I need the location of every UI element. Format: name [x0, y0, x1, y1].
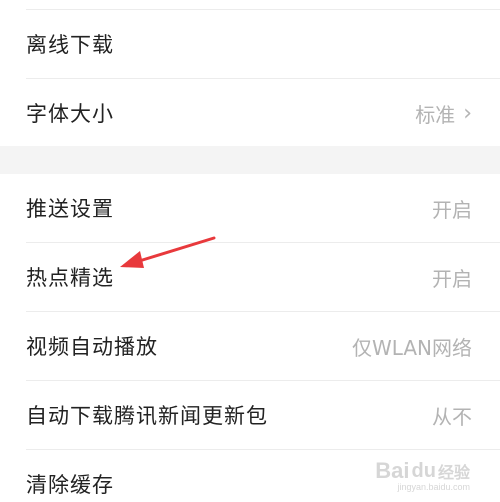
setting-value: 开启 [432, 197, 472, 222]
watermark-text: Bai [375, 458, 410, 483]
setting-row-offline-download[interactable]: 离线下载 [0, 10, 500, 78]
setting-label: 清除缓存 [26, 473, 114, 497]
font-size-value: 标准 [415, 102, 456, 127]
setting-label: 自动下载腾讯新闻更新包 [26, 404, 268, 428]
setting-label: 离线下载 [26, 33, 114, 57]
setting-row-push[interactable]: 推送设置 开启 [0, 174, 500, 242]
settings-screen: 离线下载 字体大小 标准 › 推送设置 开启 热点精选 开启 视频自动播放 仅W… [0, 0, 500, 502]
setting-row-auto-download-update[interactable]: 自动下载腾讯新闻更新包 从不 [0, 381, 500, 449]
setting-value: 开启 [432, 266, 472, 291]
setting-row-video-autoplay[interactable]: 视频自动播放 仅WLAN网络 [0, 312, 500, 380]
setting-row-hot-picks[interactable]: 热点精选 开启 [0, 243, 500, 311]
setting-value: 从不 [432, 404, 472, 429]
setting-value: 标准 › [415, 99, 472, 128]
chevron-right-icon: › [463, 100, 472, 126]
watermark: Bai du 经验 jingyan.baidu.com [375, 458, 470, 492]
watermark-url: jingyan.baidu.com [397, 482, 470, 492]
setting-label: 热点精选 [26, 266, 114, 290]
setting-label: 视频自动播放 [26, 335, 158, 359]
setting-label: 推送设置 [26, 197, 114, 221]
section-gap [0, 146, 500, 174]
setting-value: 仅WLAN网络 [351, 335, 472, 360]
watermark-paw: du [411, 459, 436, 482]
setting-row-font-size[interactable]: 字体大小 标准 › [0, 79, 500, 147]
setting-label: 字体大小 [26, 102, 114, 126]
watermark-cn: 经验 [437, 465, 470, 482]
